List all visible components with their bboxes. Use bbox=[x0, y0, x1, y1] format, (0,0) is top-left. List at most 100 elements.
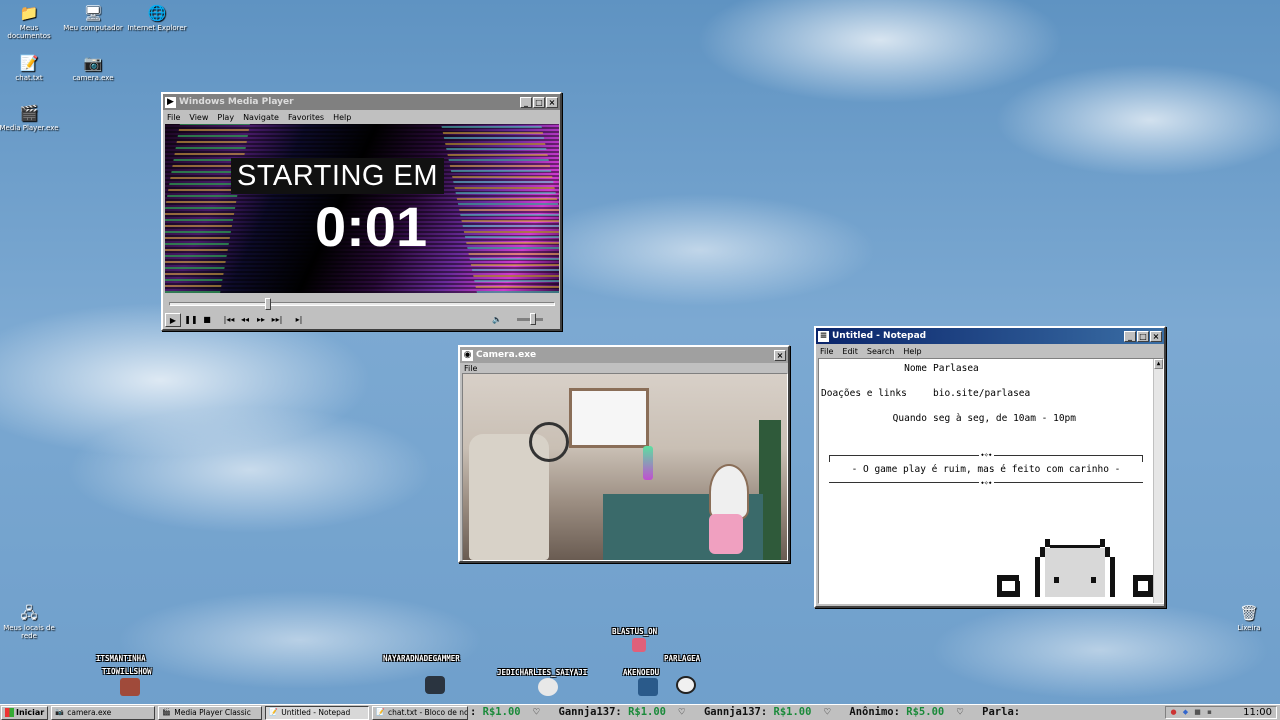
chat-user-avatar bbox=[120, 678, 140, 696]
menu-file[interactable]: File bbox=[167, 113, 180, 122]
ticker-donor: Anônimo: bbox=[849, 706, 907, 718]
close-button[interactable]: × bbox=[774, 349, 786, 361]
pause-button[interactable]: ❚❚ bbox=[183, 313, 199, 327]
scroll-up-icon[interactable]: ▲ bbox=[1154, 359, 1163, 369]
desktop-icon-internet-explorer[interactable]: 🌐 Internet Explorer bbox=[126, 4, 188, 32]
close-button[interactable]: × bbox=[546, 96, 558, 108]
tray-icon[interactable]: ■ bbox=[1193, 708, 1202, 717]
network-icon: 🖧 bbox=[20, 604, 38, 622]
frame-step-button[interactable]: ▸| bbox=[291, 313, 307, 327]
desktop-icon-network[interactable]: 🖧 Meus locais de rede bbox=[0, 604, 60, 640]
taskbar: Iniciar 📷 camera.exe 🎬 Media Player Clas… bbox=[0, 704, 1280, 720]
ticker-donor: : bbox=[470, 706, 483, 718]
media-player-window[interactable]: ▶ Windows Media Player _ □ × File View P… bbox=[161, 92, 562, 331]
chat-user-name: ITSMANTINHA bbox=[96, 654, 146, 663]
close-button[interactable]: × bbox=[1150, 330, 1162, 342]
desktop-icon-recycle-bin[interactable]: 🗑 Lixeira bbox=[1218, 604, 1280, 632]
ticker-donor: Parla: bbox=[982, 706, 1021, 718]
minimize-button[interactable]: _ bbox=[520, 96, 532, 108]
volume-thumb[interactable] bbox=[530, 313, 536, 325]
desktop-icon-label: camera.exe bbox=[72, 74, 114, 82]
ornament-bottom: ⬩✧⬩ bbox=[979, 478, 994, 487]
field-label-links: Doações e links bbox=[821, 388, 907, 399]
chat-user-avatar bbox=[425, 676, 445, 694]
webcam-feed bbox=[462, 373, 788, 561]
clapperboard-icon: 🎬 bbox=[19, 104, 39, 122]
taskbar-button-camera[interactable]: 📷 camera.exe bbox=[51, 705, 156, 720]
menu-help[interactable]: Help bbox=[333, 113, 351, 122]
menu-favorites[interactable]: Favorites bbox=[288, 113, 324, 122]
menu-edit[interactable]: Edit bbox=[842, 347, 858, 356]
maximize-button[interactable]: □ bbox=[533, 96, 545, 108]
taskbar-button-label: Media Player Classic bbox=[174, 708, 251, 717]
heart-icon: ♡ bbox=[944, 706, 976, 718]
media-player-titlebar[interactable]: ▶ Windows Media Player _ □ × bbox=[163, 94, 560, 110]
ticker-amount: R$5.00 bbox=[906, 706, 945, 718]
camera-icon: 📷 bbox=[55, 708, 65, 716]
speaker-icon[interactable]: 🔈 bbox=[489, 313, 505, 327]
next-button[interactable]: ▸▸| bbox=[269, 313, 285, 327]
ticker-item: : R$1.00 ♡ bbox=[470, 706, 552, 718]
ticker-item: Gannja137: R$1.00 ♡ bbox=[704, 706, 843, 718]
fast-forward-button[interactable]: ▸▸ bbox=[253, 313, 269, 327]
ticker-item: Gannja137: R$1.00 ♡ bbox=[559, 706, 698, 718]
seek-bar[interactable] bbox=[169, 298, 555, 310]
media-player-menubar: File View Play Navigate Favorites Help bbox=[163, 110, 560, 124]
maximize-button[interactable]: □ bbox=[1137, 330, 1149, 342]
lantern bbox=[709, 514, 743, 554]
previous-button[interactable]: |◂◂ bbox=[221, 313, 237, 327]
minimize-button[interactable]: _ bbox=[1124, 330, 1136, 342]
menu-search[interactable]: Search bbox=[867, 347, 894, 356]
ticker-donor: Gannja137: bbox=[558, 706, 629, 718]
windows-logo-icon bbox=[5, 708, 14, 717]
ticker-item: Anônimo: R$5.00 ♡ bbox=[849, 706, 975, 718]
chat-user-name: AKENOEDU bbox=[623, 668, 660, 677]
chat-user-name: PARLAGEA bbox=[664, 654, 701, 663]
taskbar-button-chat[interactable]: 📝 chat.txt - Bloco de notas bbox=[372, 705, 469, 720]
menu-play[interactable]: Play bbox=[217, 113, 234, 122]
media-player-icon: ▶ bbox=[165, 96, 176, 108]
notepad-text-area[interactable]: Nome Parlasea Doações e links bio.site/p… bbox=[818, 358, 1164, 604]
desktop-icon-camera-exe[interactable]: 📷 camera.exe bbox=[62, 54, 124, 82]
notepad-icon: 📝 bbox=[269, 708, 279, 716]
playback-controls: ▶ ❚❚ ■ |◂◂ ◂◂ ▸▸ ▸▸| ▸| 🔈 bbox=[165, 312, 559, 328]
desktop-icon-my-computer[interactable]: 🖥 Meu computador bbox=[62, 4, 124, 32]
desktop-icon-media-player[interactable]: 🎬 Media Player.exe bbox=[0, 104, 60, 132]
stop-button[interactable]: ■ bbox=[199, 313, 215, 327]
rewind-button[interactable]: ◂◂ bbox=[237, 313, 253, 327]
tray-icon[interactable]: ● bbox=[1169, 708, 1178, 717]
heart-icon: ♡ bbox=[520, 706, 553, 718]
notepad-window[interactable]: ≡ Untitled - Notepad _ □ × File Edit Sea… bbox=[814, 326, 1166, 608]
desktop-icon-chat-txt[interactable]: 📝 chat.txt bbox=[0, 54, 60, 82]
seek-thumb[interactable] bbox=[265, 298, 271, 310]
menu-help[interactable]: Help bbox=[903, 347, 921, 356]
tray-icon[interactable]: ◆ bbox=[1181, 708, 1190, 717]
tray-icon[interactable]: ▪ bbox=[1205, 708, 1214, 717]
menu-navigate[interactable]: Navigate bbox=[243, 113, 279, 122]
system-tray: ● ◆ ■ ▪ 11:00 bbox=[1165, 706, 1277, 719]
notepad-scrollbar[interactable]: ▲ bbox=[1153, 359, 1163, 603]
chat-user-name: JEDICHARLIES_SAIYAJI bbox=[497, 668, 588, 677]
desktop-icon-label: Meus documentos bbox=[7, 24, 51, 40]
field-value-name: Parlasea bbox=[933, 363, 979, 374]
notepad-titlebar[interactable]: ≡ Untitled - Notepad _ □ × bbox=[816, 328, 1164, 344]
menu-view[interactable]: View bbox=[189, 113, 208, 122]
computer-icon: 🖥 bbox=[83, 4, 103, 22]
desktop-icon-my-documents[interactable]: 📁 Meus documentos bbox=[0, 4, 60, 40]
menu-file[interactable]: File bbox=[464, 364, 477, 373]
ornament-top: ⬩✧⬩ bbox=[979, 450, 994, 459]
play-button[interactable]: ▶ bbox=[165, 313, 181, 327]
taskbar-button-notepad[interactable]: 📝 Untitled - Notepad bbox=[265, 705, 370, 720]
desktop-icon-label: Meu computador bbox=[63, 24, 123, 32]
ticker-item: Parla: bbox=[982, 706, 1020, 718]
video-display[interactable]: STARTING EM 0:01 bbox=[165, 124, 559, 293]
chat-user-avatar bbox=[676, 676, 696, 694]
notepad-menubar: File Edit Search Help bbox=[816, 344, 1164, 358]
start-button[interactable]: Iniciar bbox=[1, 705, 49, 720]
menu-file[interactable]: File bbox=[820, 347, 833, 356]
taskbar-button-media-player[interactable]: 🎬 Media Player Classic bbox=[158, 705, 263, 720]
volume-slider[interactable] bbox=[517, 313, 543, 325]
camera-titlebar[interactable]: ◉ Camera.exe × bbox=[460, 347, 788, 363]
camera-window[interactable]: ◉ Camera.exe × File bbox=[458, 345, 790, 563]
pixel-cat-art bbox=[997, 539, 1153, 597]
